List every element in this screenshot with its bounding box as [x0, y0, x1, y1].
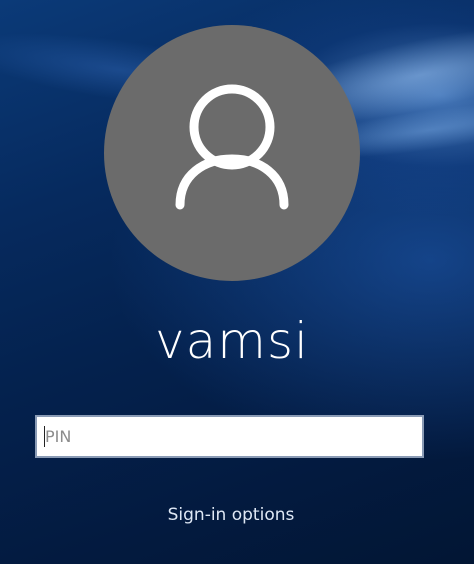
signin-options-link[interactable]: Sign-in options — [0, 500, 462, 530]
avatar — [104, 25, 360, 281]
username: vamsi — [155, 312, 309, 370]
user-silhouette-icon — [175, 84, 289, 210]
text-caret — [44, 426, 45, 447]
pin-input[interactable] — [35, 415, 424, 458]
lock-screen: vamsi Sign-in options — [0, 0, 474, 564]
